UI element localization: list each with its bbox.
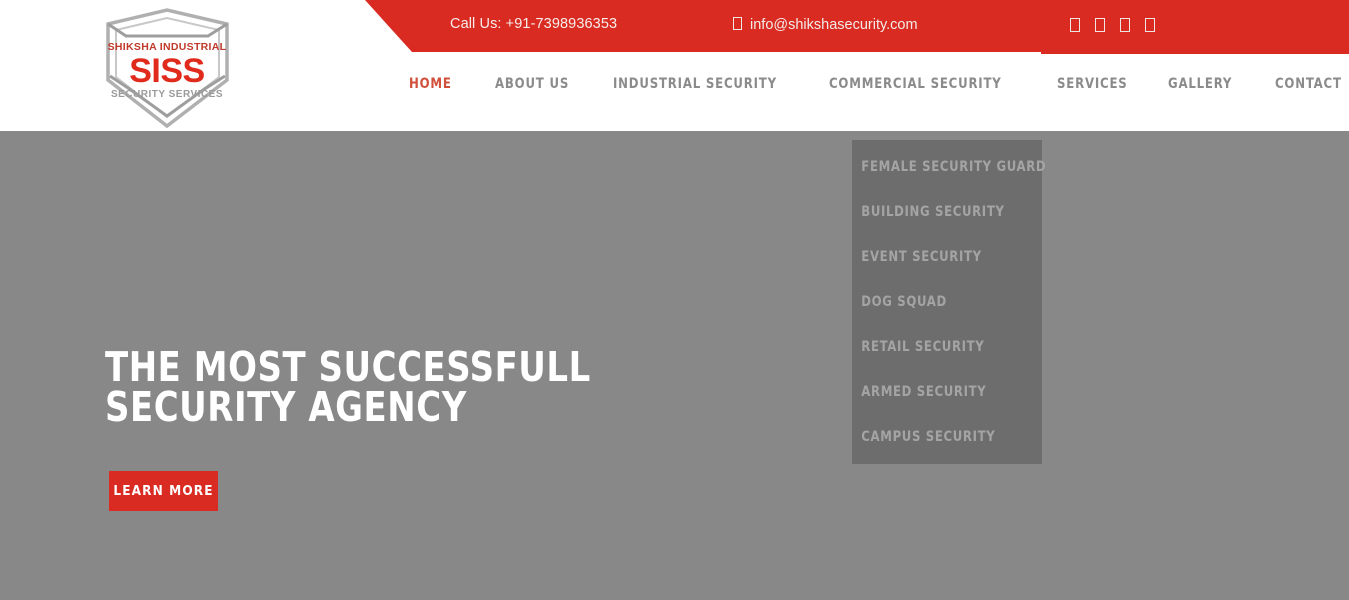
nav-item-home[interactable]: HOME <box>409 76 452 92</box>
hero-section: THE MOST SUCCESSFULL SECURITY AGENCY LEA… <box>0 131 1349 600</box>
phone-label: Call Us: +91-7398936353 <box>450 16 618 32</box>
nav-item-about-us[interactable]: ABOUT US <box>495 76 569 92</box>
google-plus-icon[interactable] <box>1120 18 1130 32</box>
facebook-icon[interactable] <box>1070 18 1080 32</box>
dropdown-item-event-security[interactable]: EVENT SECURITY <box>852 235 1029 280</box>
shield-top-bevel <box>107 22 228 38</box>
envelope-icon <box>733 17 742 30</box>
dropdown-item-building-security[interactable]: BUILDING SECURITY <box>852 190 1029 235</box>
nav-item-contact[interactable]: CONTACT <box>1275 76 1342 92</box>
dropdown-item-retail-security[interactable]: RETAIL SECURITY <box>852 325 1029 370</box>
dropdown-item-armed-security[interactable]: ARMED SECURITY <box>852 370 1029 415</box>
page-root: Call Us: +91-7398936353 info@shikshasecu… <box>0 0 1349 600</box>
logo-line3: SECURITY SERVICES <box>111 89 223 100</box>
social-links <box>1070 18 1155 32</box>
nav-item-commercial-security[interactable]: COMMERCIAL SECURITY <box>829 76 1002 92</box>
site-logo[interactable]: SHIKSHA INDUSTRIAL SISS SECURITY SERVICE… <box>101 6 234 130</box>
nav-item-industrial-security[interactable]: INDUSTRIAL SECURITY <box>613 76 777 92</box>
dropdown-item-campus-security[interactable]: CAMPUS SECURITY <box>852 415 1029 460</box>
email-address: info@shikshasecurity.com <box>750 17 918 33</box>
nav-item-gallery[interactable]: GALLERY <box>1168 76 1232 92</box>
dropdown-item-dog-squad[interactable]: DOG SQUAD <box>852 280 1029 325</box>
dropdown-item-female-security-guard[interactable]: FEMALE SECURITY GUARD <box>852 145 1045 190</box>
twitter-icon[interactable] <box>1095 18 1105 32</box>
nav-item-services[interactable]: SERVICES <box>1057 76 1128 92</box>
learn-more-button[interactable]: LEARN MORE <box>109 471 218 511</box>
nav-list: HOME ABOUT US INDUSTRIAL SECURITY COMMER… <box>409 76 1349 92</box>
linkedin-icon[interactable] <box>1145 18 1155 32</box>
logo-line2: SISS <box>129 52 204 90</box>
hero-title: THE MOST SUCCESSFULL SECURITY AGENCY <box>105 343 591 431</box>
email-link[interactable]: info@shikshasecurity.com <box>733 16 918 33</box>
services-dropdown-panel: FEMALE SECURITY GUARD BUILDING SECURITY … <box>852 140 1046 464</box>
